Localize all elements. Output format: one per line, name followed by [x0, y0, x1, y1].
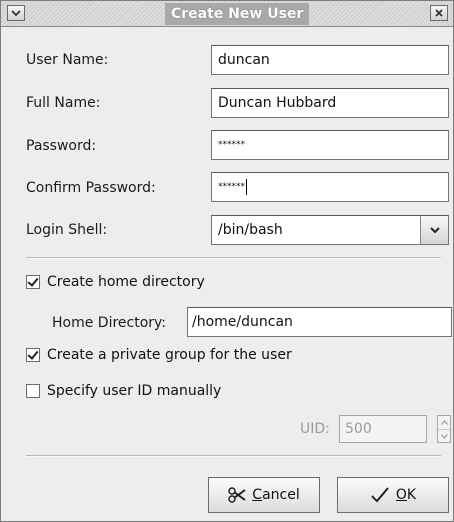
cancel-button[interactable]: Cancel	[208, 477, 320, 513]
chevron-down-icon	[11, 10, 21, 17]
uid-field[interactable]: 500	[339, 415, 427, 443]
full-name-field[interactable]: Duncan Hubbard	[211, 88, 449, 118]
separator	[26, 257, 441, 259]
chevron-up-icon	[440, 420, 448, 425]
login-shell-combo[interactable]: /bin/bash	[211, 215, 449, 245]
user-name-field[interactable]: duncan	[211, 45, 449, 75]
chevron-down-icon	[429, 227, 440, 234]
create-home-label: Create home directory	[47, 274, 205, 290]
specify-uid-label: Specify user ID manually	[47, 383, 222, 399]
text-cursor	[246, 178, 247, 195]
uid-label: UID:	[300, 421, 330, 437]
confirm-password-field[interactable]: ******	[211, 172, 449, 202]
private-group-checkbox[interactable]	[26, 348, 40, 362]
specify-uid-checkbox-row[interactable]: Specify user ID manually	[26, 381, 221, 401]
close-icon	[435, 9, 443, 17]
uid-spin-buttons[interactable]	[437, 415, 451, 443]
uid-increment[interactable]	[438, 416, 450, 429]
password-field[interactable]: ******	[211, 130, 449, 160]
ok-label-rest: K	[406, 487, 417, 503]
chevron-down-icon	[440, 434, 448, 439]
separator	[26, 455, 441, 457]
home-directory-label: Home Directory:	[52, 315, 167, 331]
create-home-checkbox[interactable]	[26, 275, 40, 289]
title-bar[interactable]: Create New User	[1, 1, 453, 27]
full-name-label: Full Name:	[26, 95, 101, 111]
private-group-label: Create a private group for the user	[47, 347, 292, 363]
specify-uid-checkbox[interactable]	[26, 384, 40, 398]
ok-label: OK	[396, 487, 416, 503]
user-name-label: User Name:	[26, 52, 109, 68]
ok-icon	[370, 486, 390, 504]
password-label: Password:	[26, 138, 97, 154]
home-directory-field[interactable]: /home/duncan	[187, 307, 452, 337]
confirm-password-label: Confirm Password:	[26, 180, 156, 196]
private-group-checkbox-row[interactable]: Create a private group for the user	[26, 345, 292, 365]
cancel-label: Cancel	[252, 487, 299, 503]
confirm-password-value: ******	[218, 182, 245, 192]
window-title: Create New User	[165, 3, 310, 25]
ok-mnemonic: O	[395, 487, 407, 503]
ok-button[interactable]: OK	[337, 477, 449, 513]
login-shell-dropdown-button[interactable]	[420, 216, 448, 244]
create-home-checkbox-row[interactable]: Create home directory	[26, 272, 205, 292]
login-shell-label: Login Shell:	[26, 222, 108, 238]
login-shell-value: /bin/bash	[218, 222, 283, 238]
uid-decrement[interactable]	[438, 429, 450, 443]
window-menu-button[interactable]	[7, 5, 25, 21]
window-close-button[interactable]	[430, 5, 448, 21]
cancel-label-rest: ancel	[262, 487, 300, 503]
create-new-user-dialog: Create New User User Name: duncan Full N…	[0, 0, 454, 522]
cancel-icon	[228, 487, 246, 503]
cancel-mnemonic: C	[252, 487, 263, 503]
